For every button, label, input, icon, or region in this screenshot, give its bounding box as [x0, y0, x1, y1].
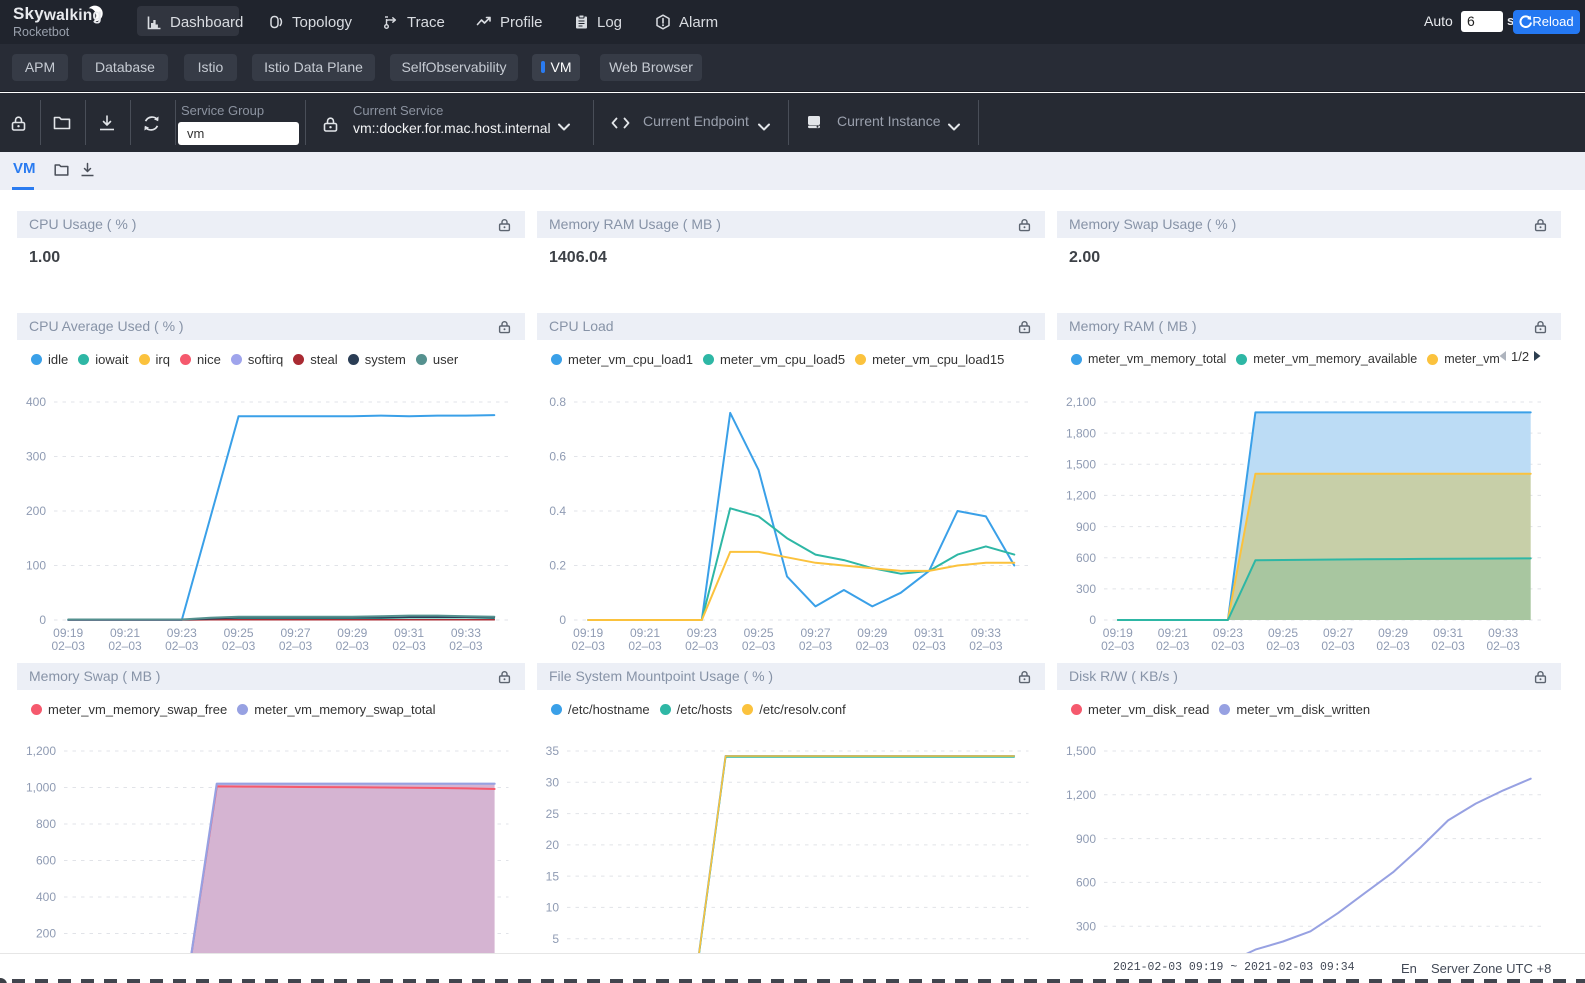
svg-text:1,800: 1,800 [1066, 426, 1096, 440]
svg-text:02–03: 02–03 [572, 639, 606, 653]
svg-text:09:23: 09:23 [1213, 626, 1243, 640]
svg-text:09:25: 09:25 [744, 626, 774, 640]
svg-text:600: 600 [1076, 876, 1096, 890]
svg-text:1,200: 1,200 [1066, 788, 1096, 802]
svg-text:02–03: 02–03 [685, 639, 719, 653]
svg-text:30: 30 [546, 776, 560, 790]
svg-text:02–03: 02–03 [222, 639, 256, 653]
svg-text:20: 20 [546, 838, 560, 852]
svg-text:200: 200 [26, 504, 46, 518]
svg-text:02–03: 02–03 [52, 639, 86, 653]
svg-text:02–03: 02–03 [742, 639, 776, 653]
svg-text:02–03: 02–03 [856, 639, 890, 653]
svg-text:02–03: 02–03 [628, 639, 662, 653]
svg-text:0: 0 [1089, 613, 1096, 627]
svg-text:09:23: 09:23 [167, 626, 197, 640]
svg-text:900: 900 [1076, 832, 1096, 846]
svg-text:0.8: 0.8 [549, 395, 566, 409]
svg-text:02–03: 02–03 [165, 639, 199, 653]
svg-text:09:33: 09:33 [971, 626, 1001, 640]
svg-text:200: 200 [36, 927, 56, 941]
svg-text:02–03: 02–03 [108, 639, 142, 653]
svg-text:300: 300 [1076, 919, 1096, 933]
svg-text:02–03: 02–03 [336, 639, 370, 653]
svg-text:09:29: 09:29 [1378, 626, 1408, 640]
svg-text:10: 10 [546, 901, 560, 915]
svg-text:09:25: 09:25 [224, 626, 254, 640]
svg-text:02–03: 02–03 [912, 639, 946, 653]
svg-text:02–03: 02–03 [799, 639, 833, 653]
svg-text:0: 0 [39, 613, 46, 627]
svg-text:09:23: 09:23 [687, 626, 717, 640]
svg-text:02–03: 02–03 [1431, 639, 1465, 653]
svg-text:09:19: 09:19 [53, 626, 83, 640]
svg-text:09:25: 09:25 [1268, 626, 1298, 640]
svg-text:5: 5 [552, 932, 559, 946]
svg-text:02–03: 02–03 [1321, 639, 1355, 653]
svg-text:02–03: 02–03 [392, 639, 426, 653]
svg-text:900: 900 [1076, 520, 1096, 534]
svg-text:02–03: 02–03 [1266, 639, 1300, 653]
svg-text:0: 0 [559, 613, 566, 627]
svg-text:300: 300 [1076, 582, 1096, 596]
svg-text:09:21: 09:21 [1158, 626, 1188, 640]
svg-text:02–03: 02–03 [1487, 639, 1521, 653]
svg-text:100: 100 [26, 559, 46, 573]
svg-text:02–03: 02–03 [969, 639, 1003, 653]
svg-text:35: 35 [546, 744, 560, 758]
svg-text:09:27: 09:27 [800, 626, 830, 640]
svg-text:300: 300 [26, 450, 46, 464]
svg-text:09:19: 09:19 [1103, 626, 1133, 640]
svg-text:02–03: 02–03 [1156, 639, 1190, 653]
svg-text:2,100: 2,100 [1066, 395, 1096, 409]
svg-text:0.2: 0.2 [549, 559, 566, 573]
svg-text:09:27: 09:27 [1323, 626, 1353, 640]
svg-text:09:21: 09:21 [110, 626, 140, 640]
svg-text:09:21: 09:21 [630, 626, 660, 640]
svg-text:02–03: 02–03 [1211, 639, 1245, 653]
svg-text:1,200: 1,200 [26, 744, 56, 758]
svg-text:25: 25 [546, 807, 560, 821]
svg-text:400: 400 [36, 890, 56, 904]
svg-text:09:31: 09:31 [914, 626, 944, 640]
svg-text:09:33: 09:33 [451, 626, 481, 640]
svg-text:02–03: 02–03 [279, 639, 313, 653]
svg-text:02–03: 02–03 [1101, 639, 1135, 653]
svg-text:600: 600 [1076, 551, 1096, 565]
svg-text:600: 600 [36, 854, 56, 868]
svg-text:02–03: 02–03 [449, 639, 483, 653]
svg-text:09:31: 09:31 [394, 626, 424, 640]
svg-text:09:19: 09:19 [573, 626, 603, 640]
svg-text:09:33: 09:33 [1488, 626, 1518, 640]
svg-text:800: 800 [36, 817, 56, 831]
svg-text:09:31: 09:31 [1433, 626, 1463, 640]
svg-text:09:29: 09:29 [857, 626, 887, 640]
svg-text:15: 15 [546, 869, 560, 883]
svg-text:0.6: 0.6 [549, 450, 566, 464]
svg-text:09:29: 09:29 [337, 626, 367, 640]
svg-text:1,500: 1,500 [1066, 458, 1096, 472]
svg-text:1,000: 1,000 [26, 781, 56, 795]
svg-text:1,500: 1,500 [1066, 744, 1096, 758]
svg-text:02–03: 02–03 [1376, 639, 1410, 653]
svg-text:09:27: 09:27 [280, 626, 310, 640]
svg-text:400: 400 [26, 395, 46, 409]
svg-text:1,200: 1,200 [1066, 489, 1096, 503]
svg-text:0.4: 0.4 [549, 504, 566, 518]
